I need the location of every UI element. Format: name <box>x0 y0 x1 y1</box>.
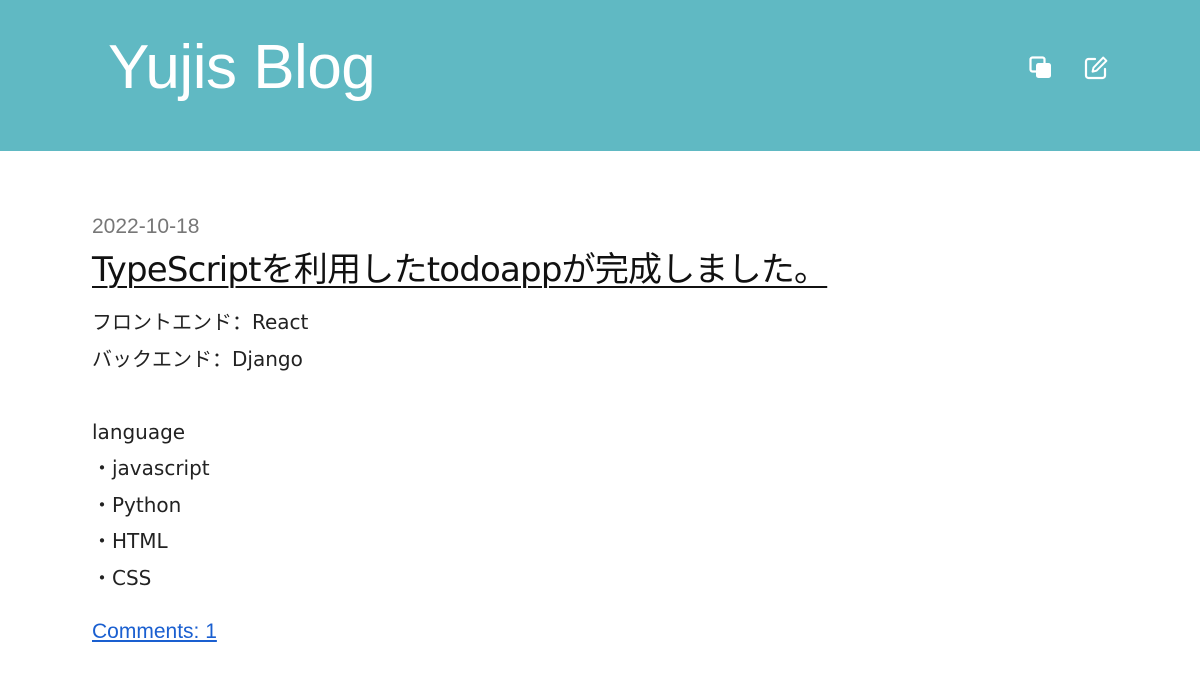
post-body-blank-line <box>92 377 1092 414</box>
post-body-line: ・HTML <box>92 529 168 553</box>
site-header: Yujis Blog <box>0 0 1200 151</box>
comments-link[interactable]: Comments: 1 <box>92 617 217 647</box>
post-body-line: language <box>92 419 186 444</box>
post-body: フロントエンド：React バックエンド：Django language ・ja… <box>92 304 1092 596</box>
post-body-line: バックエンド：Django <box>92 346 303 371</box>
post-title-link[interactable]: TypeScriptを利用したtodoappが完成しました。 <box>92 248 828 292</box>
post-body-line: フロントエンド：React <box>92 310 309 334</box>
post-body-line: ・javascript <box>92 456 210 480</box>
copy-icon[interactable] <box>1028 55 1054 81</box>
post-body-line: ・Python <box>92 492 182 517</box>
site-title-link[interactable]: Yujis Blog <box>108 28 376 108</box>
edit-icon[interactable] <box>1083 55 1109 81</box>
blog-post: 2022-10-18 TypeScriptを利用したtodoappが完成しました… <box>92 210 1092 647</box>
post-date: 2022-10-18 <box>92 215 200 238</box>
post-body-line: ・CSS <box>92 565 152 590</box>
